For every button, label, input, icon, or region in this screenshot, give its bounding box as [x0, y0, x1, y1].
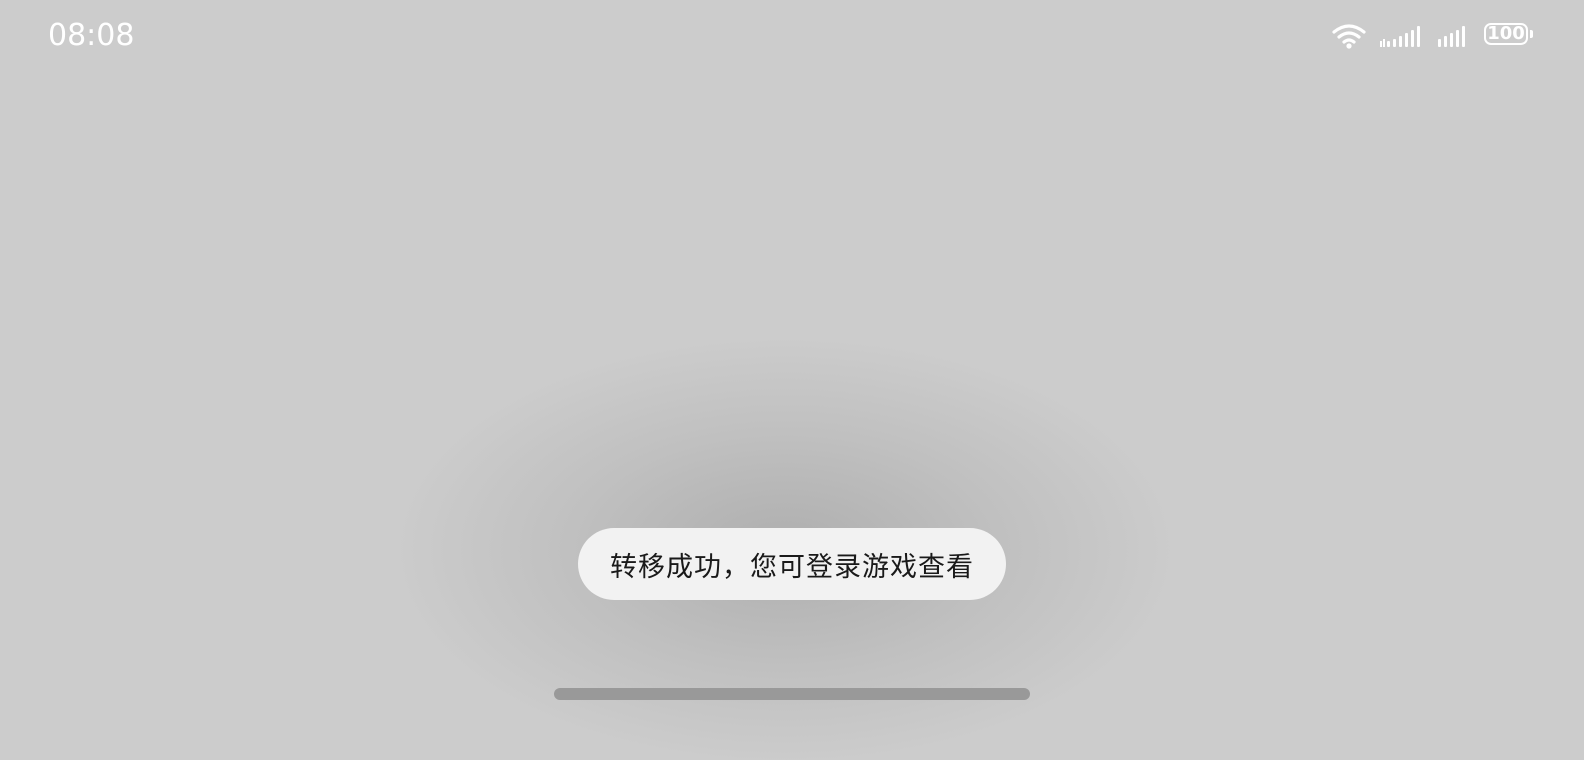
cellular-signal-icon — [1380, 23, 1424, 49]
status-time: 08:08 — [48, 18, 135, 53]
wifi-icon — [1332, 23, 1366, 49]
battery-level: 100 — [1487, 23, 1525, 44]
toast-text: 转移成功，您可登录游戏查看 — [610, 551, 974, 583]
status-icons: 100 — [1332, 18, 1536, 54]
toast-message: 转移成功，您可登录游戏查看 — [578, 528, 1006, 600]
cellular-signal-icon — [1438, 23, 1470, 49]
battery-icon: 100 — [1484, 23, 1536, 49]
home-indicator[interactable] — [554, 688, 1030, 700]
status-bar: 08:08 100 — [0, 0, 1584, 72]
